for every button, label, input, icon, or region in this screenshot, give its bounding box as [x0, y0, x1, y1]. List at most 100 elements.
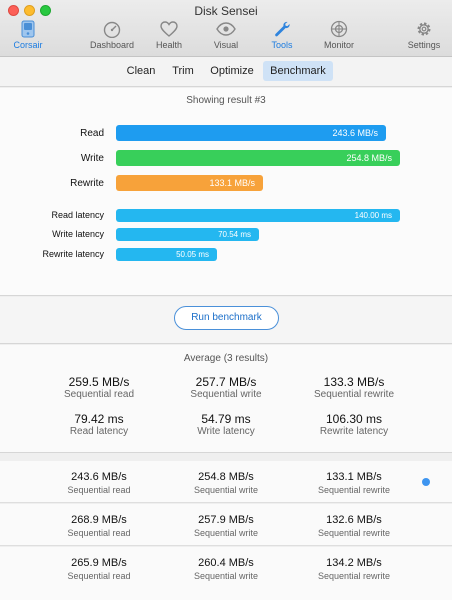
tab-benchmark[interactable]: Benchmark: [263, 61, 333, 81]
toolbar-monitor-label: Monitor: [323, 40, 354, 50]
avg-write-latency-label: Write latency: [197, 426, 255, 437]
crosshair-icon: [330, 20, 348, 38]
avg-sequential-rewrite-label: Sequential rewrite: [313, 389, 395, 400]
history-sequential-write-value: 254.8 MB/s: [198, 471, 254, 483]
write-bar-value: 254.8 MB/s: [346, 153, 392, 163]
history-sequential-write-value: 257.9 MB/s: [198, 514, 254, 526]
eye-icon: [216, 22, 236, 36]
write-bar-label: Write: [80, 153, 104, 164]
toolbar-visual-label: Visual: [213, 40, 239, 50]
average-results-section: Average (3 results) 259.5 MB/s Sequentia…: [0, 345, 452, 453]
rewrite-bar: 133.1 MB/s: [116, 175, 263, 191]
showing-result-label: Showing result #3: [186, 95, 266, 106]
history-sequential-rewrite-label: Sequential rewrite: [317, 528, 391, 538]
avg-sequential-write-value: 257.7 MB/s: [195, 375, 257, 389]
avg-sequential-rewrite-value: 133.3 MB/s: [323, 375, 385, 389]
avg-rewrite-latency: 106.30 ms Rewrite latency: [289, 412, 419, 438]
toolbar-monitor[interactable]: Monitor: [309, 20, 369, 54]
toolbar-tools[interactable]: Tools: [252, 20, 312, 54]
rewrite-bar-label: Rewrite: [70, 178, 104, 189]
rewrite-latency-label: Rewrite latency: [42, 249, 104, 259]
avg-sequential-read: 259.5 MB/s Sequential read: [34, 375, 164, 401]
avg-rewrite-latency-value: 106.30 ms: [325, 412, 383, 426]
speedometer-icon: [103, 21, 121, 38]
write-latency-label: Write latency: [52, 229, 104, 239]
read-bar-label: Read: [80, 128, 104, 139]
avg-sequential-write: 257.7 MB/s Sequential write: [161, 375, 291, 401]
history-sequential-rewrite-value: 133.1 MB/s: [326, 471, 382, 483]
toolbar-visual[interactable]: Visual: [196, 20, 256, 54]
read-bar-value: 243.6 MB/s: [332, 128, 378, 138]
history-sequential-write-label: Sequential write: [193, 528, 259, 538]
avg-read-latency: 79.42 ms Read latency: [34, 412, 164, 438]
read-latency-label: Read latency: [51, 210, 104, 220]
history-sequential-rewrite: 134.2 MB/s Sequential rewrite: [289, 556, 419, 582]
toolbar-dashboard[interactable]: Dashboard: [82, 20, 142, 54]
history-sequential-read-label: Sequential read: [67, 528, 131, 538]
write-latency-value: 70.54 ms: [218, 230, 251, 239]
selected-result-dot: [422, 478, 430, 486]
toolbar-corsair[interactable]: Corsair: [0, 20, 58, 54]
read-latency-bar: 140.00 ms: [116, 209, 400, 222]
run-benchmark-button[interactable]: Run benchmark: [174, 306, 279, 330]
history-sequential-rewrite-label: Sequential rewrite: [317, 571, 391, 581]
heart-icon: [160, 21, 178, 37]
rewrite-latency-bar: 50.05 ms: [116, 248, 217, 261]
write-latency-bar: 70.54 ms: [116, 228, 259, 241]
toolbar-settings-label: Settings: [407, 40, 441, 50]
history-sequential-write: 257.9 MB/s Sequential write: [161, 513, 291, 539]
history-sequential-read-value: 265.9 MB/s: [71, 557, 127, 569]
tab-optimize[interactable]: Optimize: [206, 61, 258, 81]
wrench-icon: [275, 21, 290, 37]
history-sequential-read-label: Sequential read: [67, 571, 131, 581]
benchmark-result-panel: Showing result #3 Read 243.6 MB/s Write …: [0, 88, 452, 296]
disk-icon: [21, 20, 35, 38]
avg-write-latency-value: 54.79 ms: [201, 412, 251, 426]
read-latency-value: 140.00 ms: [354, 211, 392, 220]
avg-sequential-read-label: Sequential read: [63, 389, 135, 400]
toolbar-health[interactable]: Health: [139, 20, 199, 54]
tab-clean[interactable]: Clean: [122, 61, 160, 81]
avg-sequential-read-value: 259.5 MB/s: [68, 375, 130, 389]
toolbar-health-label: Health: [155, 40, 182, 50]
history-sequential-rewrite-value: 134.2 MB/s: [326, 557, 382, 569]
read-bar: 243.6 MB/s: [116, 125, 386, 141]
average-title: Average (3 results): [183, 353, 269, 364]
history-sequential-read-value: 268.9 MB/s: [71, 514, 127, 526]
avg-read-latency-value: 79.42 ms: [74, 412, 124, 426]
history-sequential-write-label: Sequential write: [193, 485, 259, 495]
history-sequential-write-value: 260.4 MB/s: [198, 557, 254, 569]
history-sequential-rewrite: 132.6 MB/s Sequential rewrite: [289, 513, 419, 539]
history-sequential-write: 254.8 MB/s Sequential write: [161, 470, 291, 496]
history-row[interactable]: 268.9 MB/s Sequential read 257.9 MB/s Se…: [0, 504, 452, 546]
history-sequential-write-label: Sequential write: [193, 571, 259, 581]
avg-write-latency: 54.79 ms Write latency: [161, 412, 291, 438]
history-sequential-read: 265.9 MB/s Sequential read: [34, 556, 164, 582]
history-sequential-write: 260.4 MB/s Sequential write: [161, 556, 291, 582]
avg-sequential-rewrite: 133.3 MB/s Sequential rewrite: [289, 375, 419, 401]
history-sequential-read-label: Sequential read: [67, 485, 131, 495]
history-sequential-read: 268.9 MB/s Sequential read: [34, 513, 164, 539]
write-bar: 254.8 MB/s: [116, 150, 400, 166]
history-row[interactable]: 265.9 MB/s Sequential read 260.4 MB/s Se…: [0, 547, 452, 600]
history-row[interactable]: 243.6 MB/s Sequential read 254.8 MB/s Se…: [0, 461, 452, 503]
tools-tab-bar: Clean Trim Optimize Benchmark: [0, 57, 452, 87]
rewrite-latency-value: 50.05 ms: [176, 250, 209, 259]
toolbar-tools-label: Tools: [271, 40, 293, 50]
toolbar-dashboard-label: Dashboard: [89, 40, 135, 50]
toolbar-corsair-label: Corsair: [13, 40, 43, 50]
run-benchmark-area: Run benchmark: [0, 297, 452, 344]
history-sequential-rewrite: 133.1 MB/s Sequential rewrite: [289, 470, 419, 496]
avg-read-latency-label: Read latency: [69, 426, 129, 437]
window-title: Disk Sensei: [194, 4, 258, 18]
avg-rewrite-latency-label: Rewrite latency: [319, 426, 389, 437]
history-sequential-read-value: 243.6 MB/s: [71, 471, 127, 483]
gear-icon: [417, 22, 431, 36]
history-sequential-rewrite-label: Sequential rewrite: [317, 485, 391, 495]
history-sequential-read: 243.6 MB/s Sequential read: [34, 470, 164, 496]
window-toolbar: Disk Sensei Corsair Dashboard Health Vis…: [0, 0, 452, 57]
toolbar-settings[interactable]: Settings: [394, 20, 452, 54]
tab-trim[interactable]: Trim: [168, 61, 198, 81]
rewrite-bar-value: 133.1 MB/s: [209, 178, 255, 188]
history-sequential-rewrite-value: 132.6 MB/s: [326, 514, 382, 526]
